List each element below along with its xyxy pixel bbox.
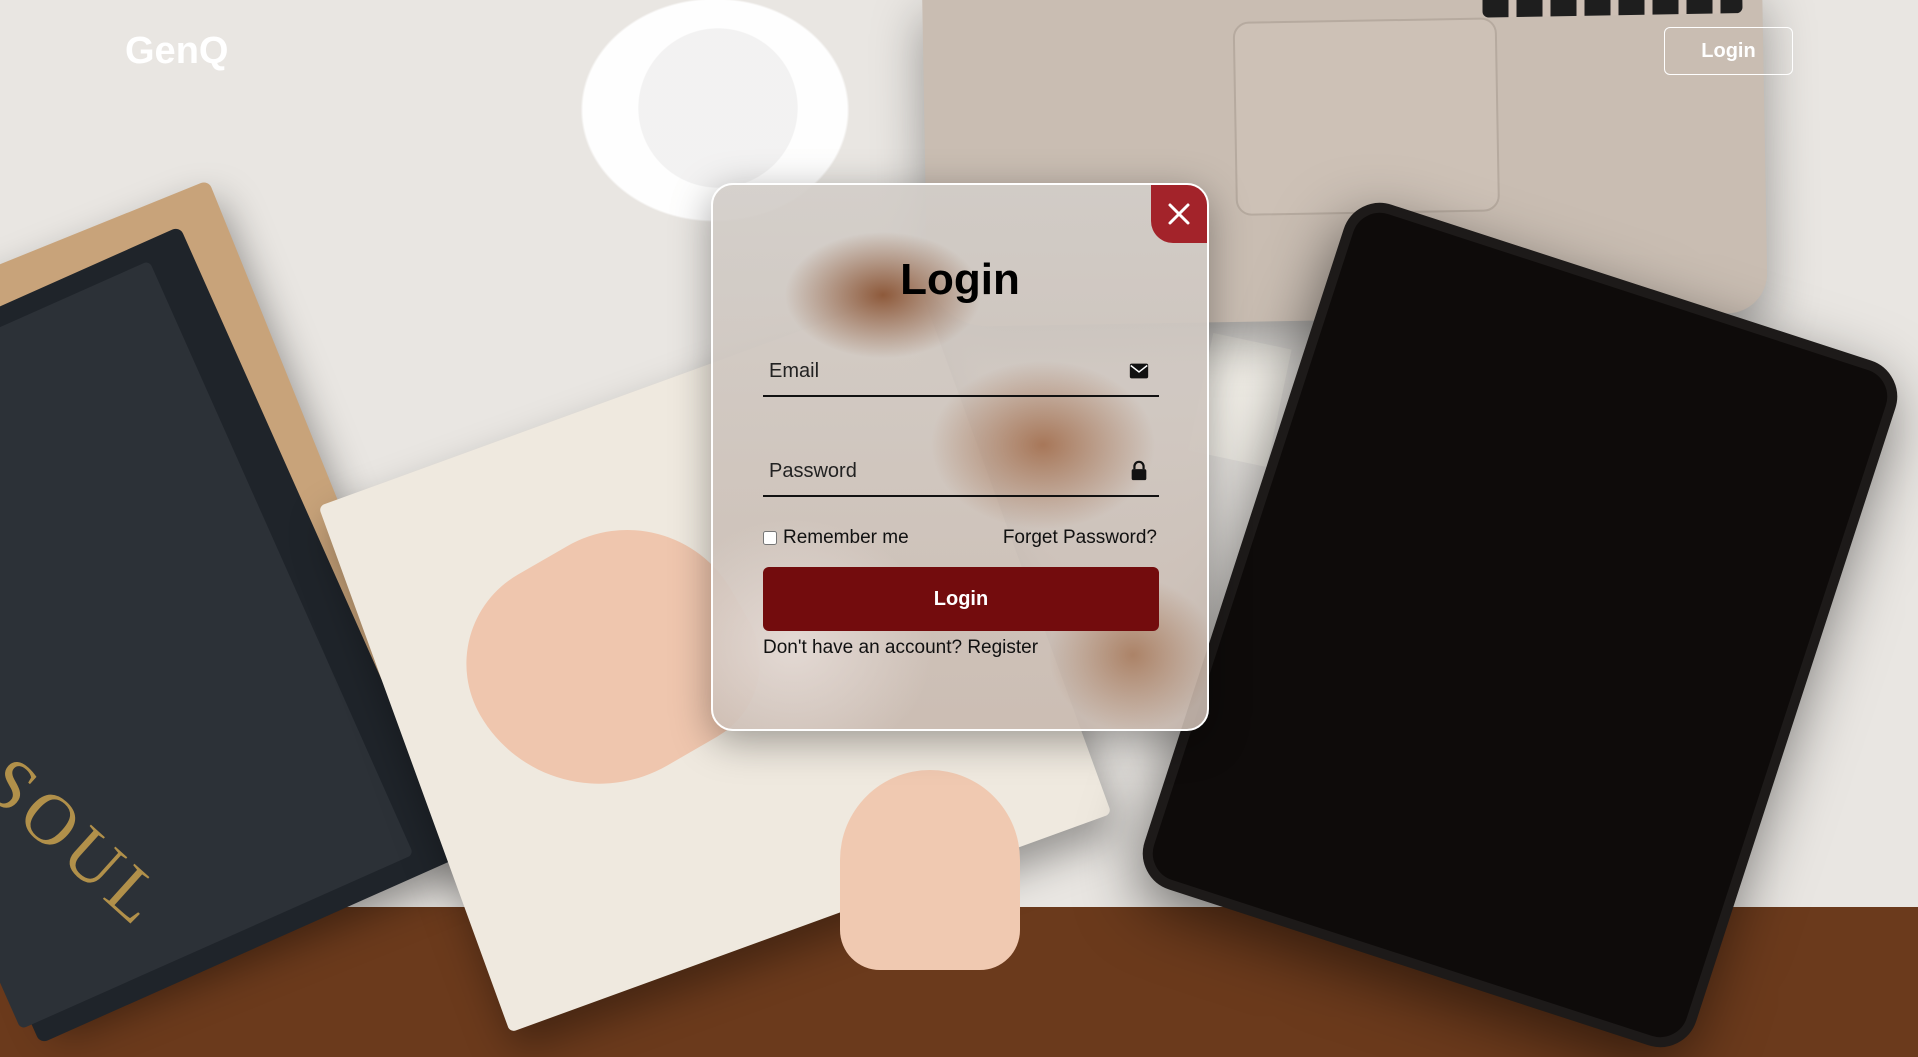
remember-checkbox[interactable] xyxy=(763,531,777,545)
lock-icon xyxy=(1131,460,1147,481)
background-book-title: SOUL xyxy=(0,741,182,943)
forgot-password-link[interactable]: Forget Password? xyxy=(1003,527,1157,549)
site-logo[interactable]: GenQ xyxy=(125,30,228,73)
password-field[interactable] xyxy=(763,447,1159,495)
register-line: Don't have an account? Register xyxy=(763,637,1038,659)
top-navbar: GenQ Login xyxy=(0,0,1918,100)
remember-label: Remember me xyxy=(783,527,909,548)
email-field[interactable] xyxy=(763,347,1159,395)
envelope-icon xyxy=(1129,363,1149,379)
password-field-wrapper xyxy=(763,447,1159,497)
login-modal: Login Remember me Forget Password? Login… xyxy=(711,183,1209,731)
modal-title: Login xyxy=(900,255,1020,304)
remember-me[interactable]: Remember me xyxy=(763,527,909,549)
close-button[interactable] xyxy=(1151,185,1207,243)
register-link[interactable]: Register xyxy=(967,637,1038,658)
background-hand xyxy=(840,770,1020,970)
register-prompt: Don't have an account? xyxy=(763,637,963,658)
close-icon xyxy=(1168,203,1190,225)
email-field-wrapper xyxy=(763,347,1159,397)
background-tablet xyxy=(1132,193,1908,1057)
nav-login-button[interactable]: Login xyxy=(1664,27,1793,75)
login-submit-button[interactable]: Login xyxy=(763,567,1159,631)
